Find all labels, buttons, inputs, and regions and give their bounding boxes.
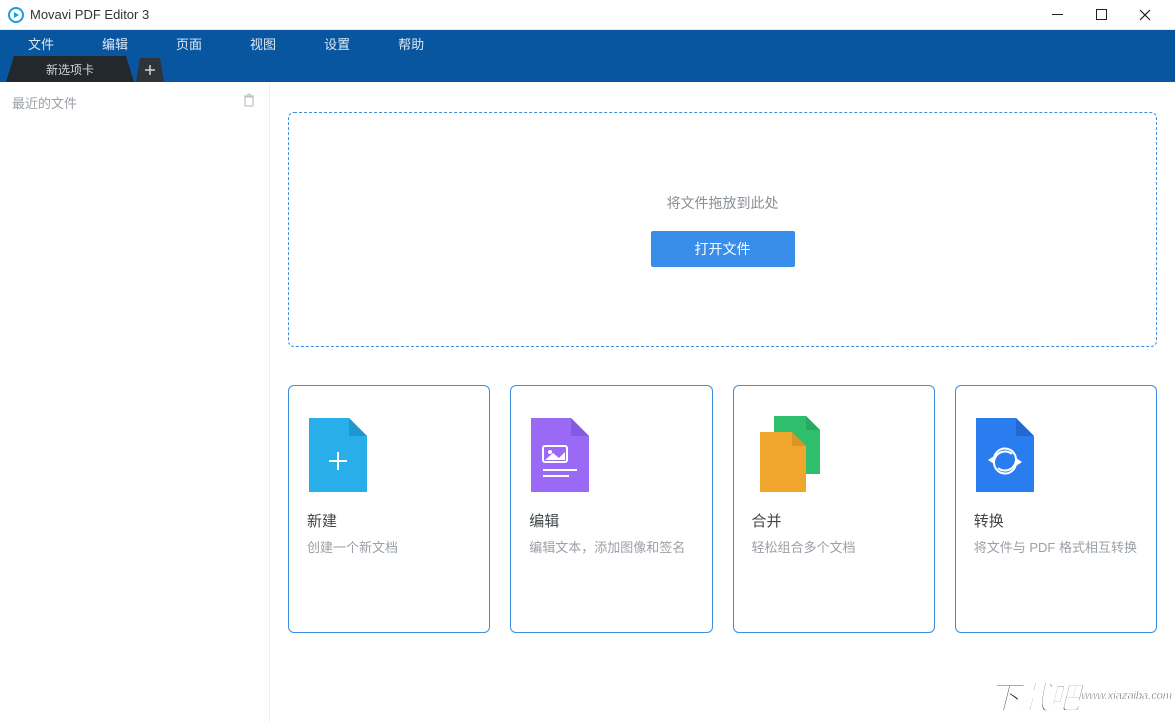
open-file-button[interactable]: 打开文件 (651, 231, 795, 267)
watermark-url: www.xiazaiba.com (1082, 690, 1172, 702)
tabbar: 新选项卡 (0, 56, 1175, 82)
card-title: 合并 (752, 510, 916, 531)
card-desc: 轻松组合多个文档 (752, 537, 916, 556)
card-edit[interactable]: 编辑 编辑文本，添加图像和签名 (510, 385, 712, 633)
recent-files-title: 最近的文件 (12, 93, 77, 112)
card-convert[interactable]: 转换 将文件与 PDF 格式相互转换 (955, 385, 1157, 633)
body: 最近的文件 将文件拖放到此处 打开文件 (0, 82, 1175, 722)
sidebar-header: 最近的文件 (12, 92, 257, 113)
new-document-icon (307, 410, 471, 500)
watermark-text: 下载吧 (989, 673, 1079, 719)
drop-zone[interactable]: 将文件拖放到此处 打开文件 (288, 112, 1157, 347)
card-title: 编辑 (529, 510, 693, 531)
card-desc: 编辑文本，添加图像和签名 (529, 537, 693, 556)
drop-hint: 将文件拖放到此处 (667, 193, 779, 213)
menu-view[interactable]: 视图 (226, 30, 300, 56)
menu-help[interactable]: 帮助 (374, 30, 448, 56)
titlebar: Movavi PDF Editor 3 (0, 0, 1175, 30)
plus-icon (144, 64, 156, 76)
add-tab-button[interactable] (136, 58, 164, 82)
app-logo-icon (8, 7, 24, 23)
app-title: Movavi PDF Editor 3 (30, 7, 1035, 22)
clear-recent-button[interactable] (241, 92, 257, 113)
menu-settings[interactable]: 设置 (300, 30, 374, 56)
cards-row: 新建 创建一个新文档 编辑 编辑文本，添加图像 (288, 385, 1157, 633)
watermark: 下载吧 www.xiazaiba.com (989, 673, 1173, 719)
merge-documents-icon (752, 410, 916, 500)
menu-page[interactable]: 页面 (152, 30, 226, 56)
card-desc: 创建一个新文档 (307, 537, 471, 556)
card-new[interactable]: 新建 创建一个新文档 (288, 385, 490, 633)
main: 将文件拖放到此处 打开文件 新建 创建一个新文档 (270, 82, 1175, 722)
minimize-button[interactable] (1035, 0, 1079, 30)
tab-new[interactable]: 新选项卡 (6, 56, 134, 82)
card-title: 新建 (307, 510, 471, 531)
menu-edit[interactable]: 编辑 (78, 30, 152, 56)
menubar: 文件 编辑 页面 视图 设置 帮助 (0, 30, 1175, 56)
card-merge[interactable]: 合并 轻松组合多个文档 (733, 385, 935, 633)
edit-document-icon (529, 410, 693, 500)
menu-file[interactable]: 文件 (4, 30, 78, 56)
close-button[interactable] (1123, 0, 1167, 30)
card-desc: 将文件与 PDF 格式相互转换 (974, 537, 1138, 556)
card-title: 转换 (974, 510, 1138, 531)
trash-icon (241, 92, 257, 108)
maximize-button[interactable] (1079, 0, 1123, 30)
sidebar: 最近的文件 (0, 82, 270, 722)
tab-label: 新选项卡 (46, 61, 94, 78)
convert-document-icon (974, 410, 1138, 500)
